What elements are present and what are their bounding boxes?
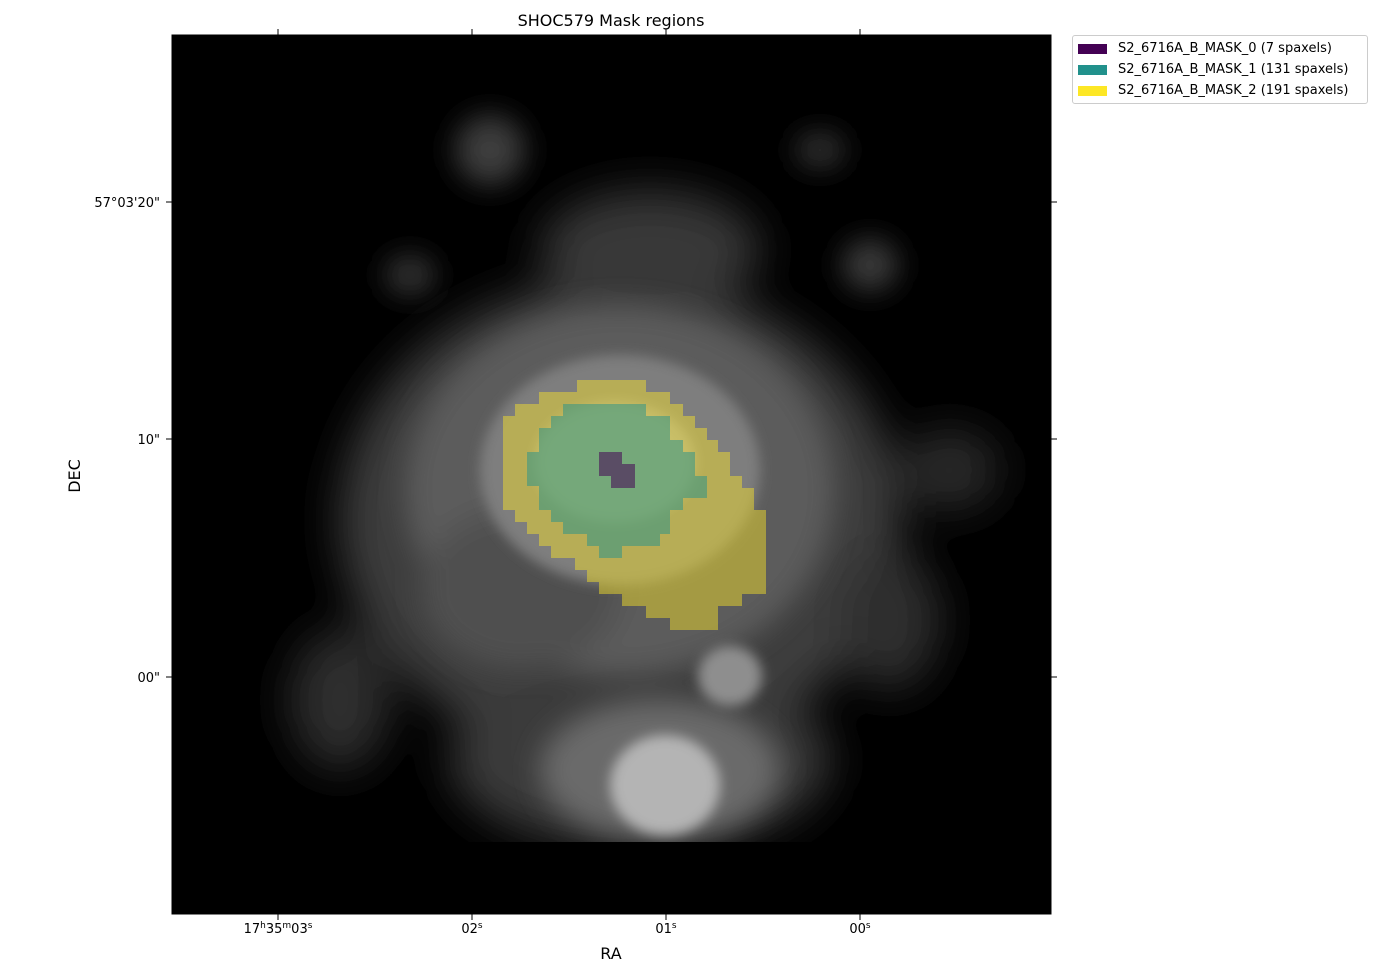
x-tick-label: 17h35m03s [244, 921, 313, 937]
legend-item-mask-1: S2_6716A_B_MASK_1 (131 spaxels) [1073, 59, 1367, 80]
x-tick-label: 01s [655, 921, 677, 937]
y-tick-label: 00" [137, 671, 160, 686]
legend-swatch [1078, 85, 1107, 96]
legend-swatch [1078, 64, 1107, 75]
x-axis-label: RA [600, 944, 621, 963]
legend-item-mask-0: S2_6716A_B_MASK_0 (7 spaxels) [1073, 38, 1367, 59]
legend-label: S2_6716A_B_MASK_2 (191 spaxels) [1118, 83, 1349, 98]
y-tick-label: 57°03'20" [94, 196, 160, 211]
x-tick-label: 02s [461, 921, 483, 937]
legend-item-mask-2: S2_6716A_B_MASK_2 (191 spaxels) [1073, 80, 1367, 101]
legend-swatch [1078, 43, 1107, 54]
x-tick-label: 00s [849, 921, 871, 937]
legend: S2_6716A_B_MASK_0 (7 spaxels) S2_6716A_B… [1072, 35, 1368, 104]
legend-label: S2_6716A_B_MASK_0 (7 spaxels) [1118, 41, 1332, 56]
legend-label: S2_6716A_B_MASK_1 (131 spaxels) [1118, 62, 1349, 77]
chart-figure: SHOC579 Mask regions RA DEC 17h35m03s 02… [65, 11, 1057, 963]
y-axis-label: DEC [65, 459, 84, 493]
chart-title: SHOC579 Mask regions [518, 11, 705, 30]
y-tick-label: 10" [137, 433, 160, 448]
